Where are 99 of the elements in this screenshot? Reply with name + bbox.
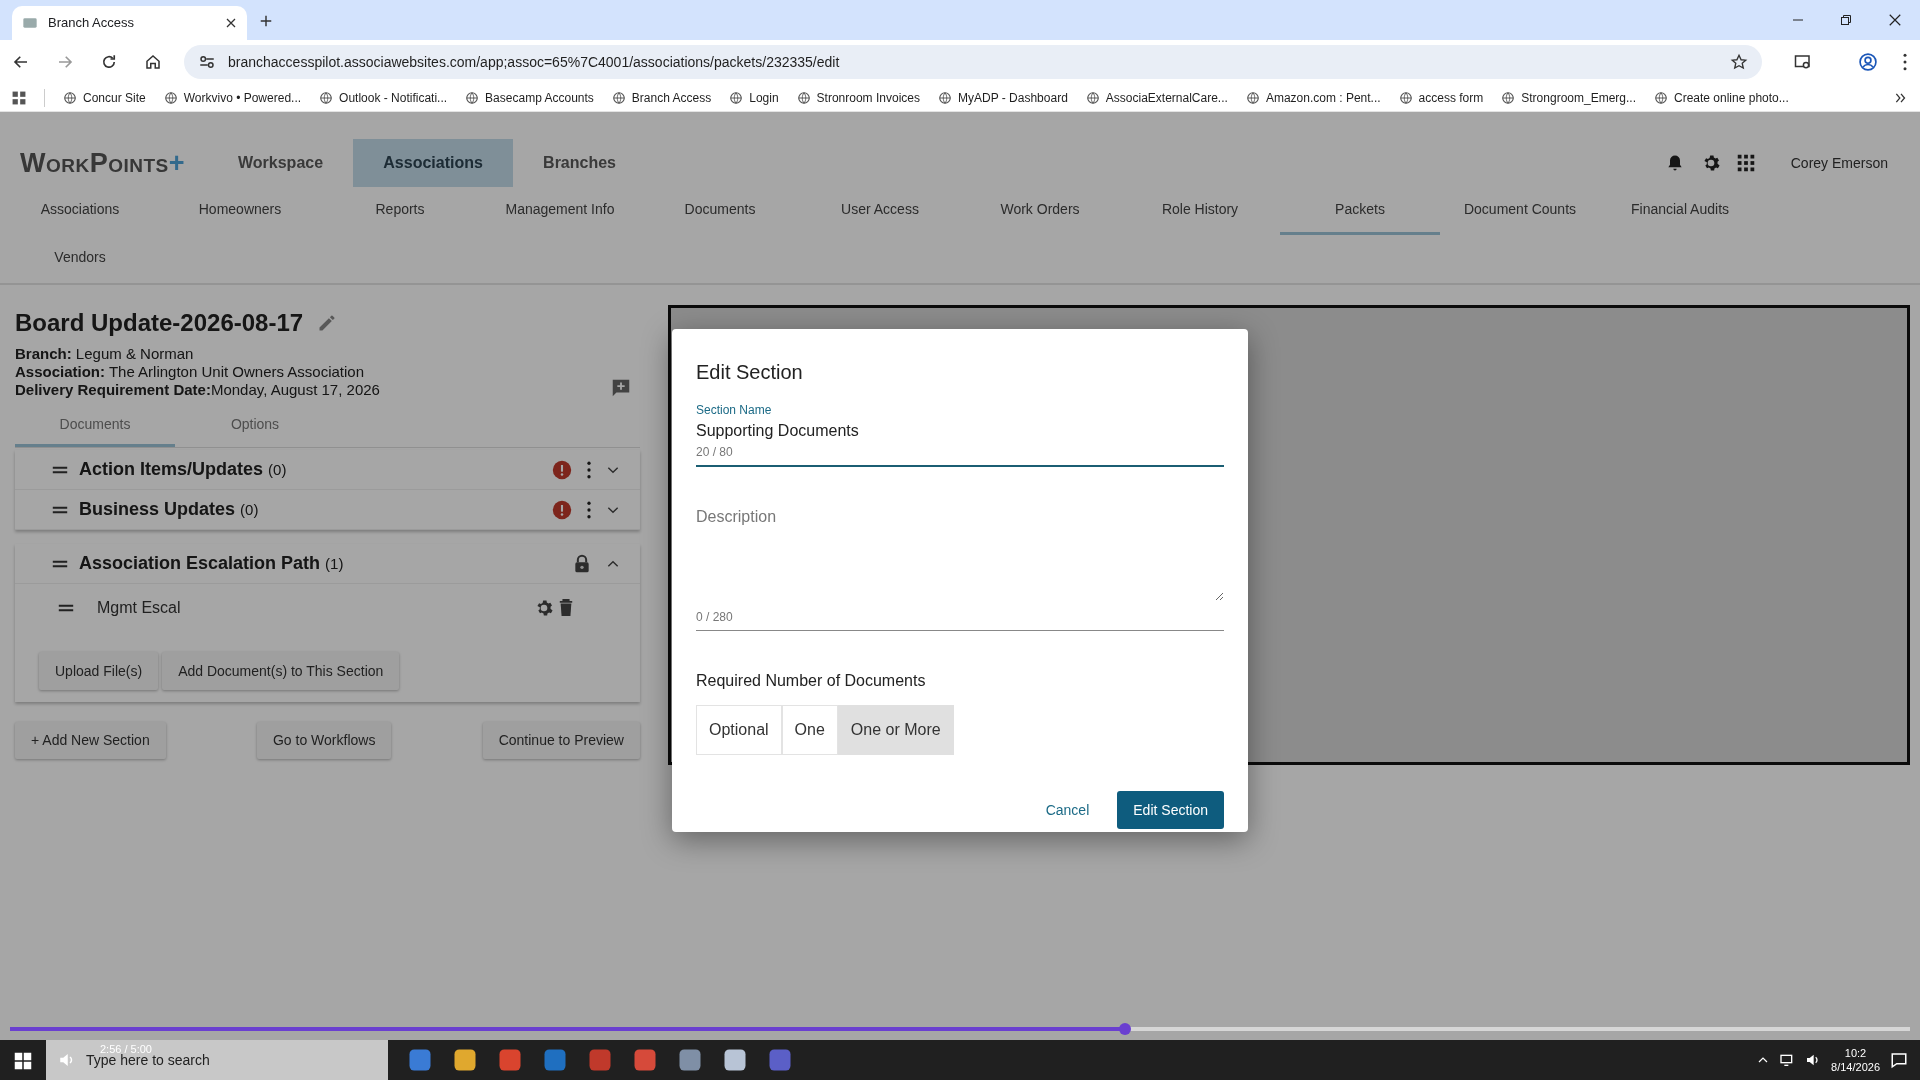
sub-nav-tab[interactable]: Reports: [320, 187, 480, 235]
sub-nav-tab[interactable]: Financial Audits: [1600, 187, 1760, 235]
tab-favicon-icon: [22, 15, 38, 31]
main-nav-tab[interactable]: Branches: [513, 139, 646, 187]
globe-icon: [611, 90, 626, 105]
bookmark[interactable]: Stronroom Invoices: [796, 88, 920, 107]
section-title[interactable]: Business Updates (0): [79, 496, 259, 523]
reload-icon[interactable]: [100, 53, 118, 71]
new-tab-icon[interactable]: [259, 13, 273, 28]
bookmark[interactable]: Create online photo...: [1654, 88, 1789, 107]
globe-icon: [465, 90, 480, 105]
back-icon[interactable]: [12, 53, 30, 71]
trash-icon[interactable]: [558, 598, 574, 618]
panel-tab[interactable]: Documents: [15, 405, 175, 447]
character-counter: 0 / 280: [696, 609, 734, 626]
more-icon[interactable]: [586, 460, 592, 479]
section-title[interactable]: Association Escalation Path (1): [79, 550, 344, 577]
bookmark[interactable]: MyADP - Dashboard: [938, 88, 1068, 107]
action-button[interactable]: Go to Workflows: [256, 722, 392, 759]
sub-nav-tab[interactable]: Associations: [0, 187, 160, 235]
alert-icon: [552, 499, 572, 520]
dialog-title: Edit Section: [696, 360, 804, 385]
star-icon[interactable]: [1730, 53, 1748, 71]
toggle-option[interactable]: One: [781, 705, 838, 755]
sub-nav-tab[interactable]: Vendors: [0, 235, 160, 283]
more-icon[interactable]: [586, 500, 592, 519]
packet-detail: Branch: Legum & Norman: [15, 345, 195, 363]
packet-detail: Association: The Arlington Unit Owners Association: [15, 363, 366, 381]
bookmark[interactable]: Basecamp Accounts: [465, 88, 594, 107]
field-label: Required Number of Documents: [696, 671, 927, 691]
cancel-button[interactable]: Cancel: [1039, 791, 1096, 829]
bookmark[interactable]: Workvivo • Powered...: [163, 88, 302, 107]
submit-button[interactable]: Edit Section: [1117, 791, 1224, 829]
action-button[interactable]: Continue to Preview: [482, 722, 640, 759]
start-icon[interactable]: [14, 1051, 32, 1070]
sub-nav-tab[interactable]: Homeowners: [160, 187, 320, 235]
address-bar[interactable]: branchaccesspilot.associawebsites.com/app;assoc=65%7C4001/associations/packets/232335/edit: [184, 45, 1762, 79]
bookmark[interactable]: Outlook - Notificati...: [319, 88, 448, 107]
lock-icon: [572, 552, 592, 575]
bookmark[interactable]: Strongroom_Emerg...: [1501, 88, 1636, 107]
bookmark[interactable]: Concur Site: [63, 88, 146, 107]
globe-icon: [1085, 90, 1100, 105]
forward-icon[interactable]: [56, 53, 74, 71]
browser-tab[interactable]: Branch Access: [12, 6, 247, 40]
section-action-button[interactable]: Add Document(s) to This Section: [162, 652, 400, 690]
profile-icon[interactable]: [1858, 52, 1878, 72]
sub-nav-tab[interactable]: Role History: [1120, 187, 1280, 235]
globe-icon: [1398, 90, 1413, 105]
section-name-input[interactable]: Supporting Documents: [696, 419, 1224, 443]
apps-grid-icon[interactable]: [1736, 154, 1755, 172]
close-icon[interactable]: [1888, 13, 1902, 27]
sub-nav-tab[interactable]: Documents: [640, 187, 800, 235]
site-settings-icon: [198, 53, 216, 71]
main-nav-tab[interactable]: Associations: [353, 139, 514, 187]
character-counter: 20 / 80: [696, 444, 734, 461]
bookmark[interactable]: AssociaExternalCare...: [1085, 88, 1228, 107]
restore-icon[interactable]: [1840, 14, 1852, 26]
alert-icon: [552, 459, 572, 480]
globe-icon: [63, 90, 77, 105]
sub-nav-tab[interactable]: Packets: [1280, 187, 1440, 235]
packet-title: Board Update-2026-08-17: [15, 308, 304, 338]
field-label: Section Name: [696, 402, 773, 419]
main-nav-tab[interactable]: Workspace: [208, 139, 354, 187]
toggle-option[interactable]: Optional: [696, 705, 782, 755]
globe-icon: [729, 90, 744, 105]
bookmark[interactable]: access form: [1398, 88, 1484, 107]
sub-nav-tab[interactable]: User Access: [800, 187, 960, 235]
close-icon[interactable]: [225, 17, 237, 29]
sub-nav-tab[interactable]: Work Orders: [960, 187, 1120, 235]
section-action-button[interactable]: Upload File(s): [39, 652, 159, 690]
globe-icon: [319, 90, 334, 105]
progress-thumb[interactable]: [1119, 1023, 1132, 1035]
panel-tab[interactable]: Options: [175, 405, 335, 447]
apps-grid-icon[interactable]: [12, 90, 26, 105]
bookmark[interactable]: Branch Access: [611, 88, 712, 107]
globe-icon: [938, 90, 952, 105]
bookmark[interactable]: Amazon.com : Pent...: [1245, 88, 1381, 107]
globe-icon: [1654, 90, 1668, 105]
globe-icon: [163, 90, 178, 105]
home-icon[interactable]: [144, 53, 162, 71]
tab-title: Branch Access: [48, 14, 135, 33]
section-title[interactable]: Action Items/Updates (0): [79, 456, 287, 483]
taskbar-clock[interactable]: 10:2 8/14/2026: [1831, 1046, 1880, 1074]
packet-detail: Delivery Requirement Date:Monday, August 17, 2026: [15, 381, 380, 399]
notification-icon[interactable]: [1890, 1051, 1908, 1069]
app-logo: WorkPoints+: [20, 146, 187, 180]
bookmark[interactable]: Login: [729, 88, 779, 107]
sub-nav-tab[interactable]: Document Counts: [1440, 187, 1600, 235]
action-button[interactable]: + Add New Section: [15, 722, 166, 759]
sub-nav-tab[interactable]: Management Info: [480, 187, 640, 235]
globe-icon: [1245, 90, 1260, 105]
document-name[interactable]: Mgmt Escal: [97, 596, 181, 620]
tab-search-icon[interactable]: [1794, 53, 1812, 71]
globe-icon: [796, 90, 811, 105]
globe-icon: [1501, 90, 1516, 105]
more-icon[interactable]: [1902, 53, 1908, 71]
url-text: branchaccesspilot.associawebsites.com/app;assoc=65%7C4001/associations/packets/232335/edit: [228, 52, 841, 72]
toggle-option[interactable]: One or More: [837, 705, 954, 755]
user-name[interactable]: Corey Emerson: [1790, 152, 1888, 174]
